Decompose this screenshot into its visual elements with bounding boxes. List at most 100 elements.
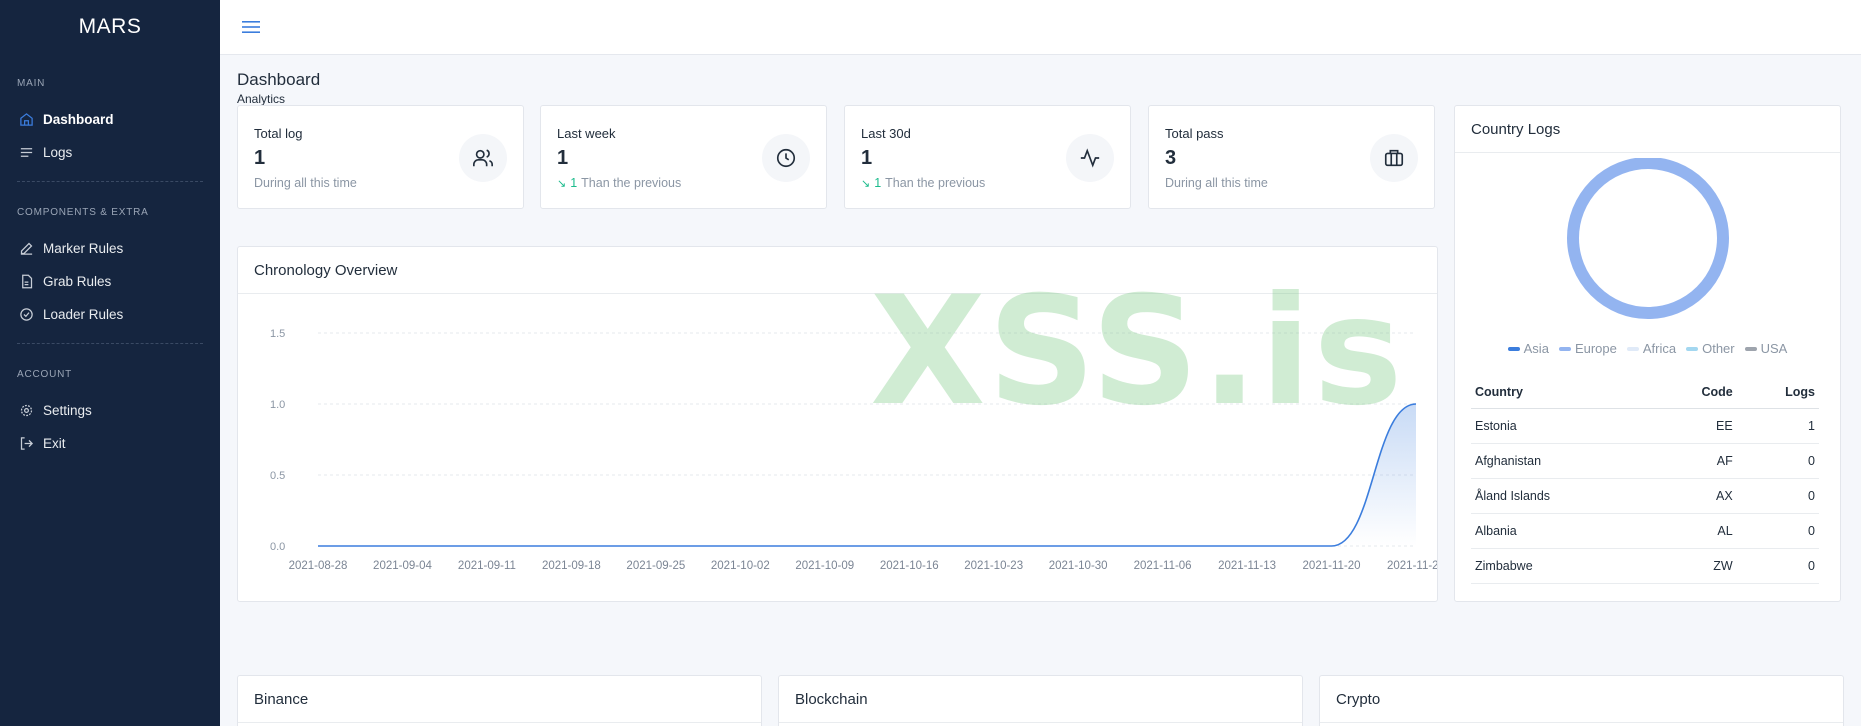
list-icon — [18, 145, 34, 161]
country-table: Country Code Logs Estonia EE 1 Afghanistan AF 0… — [1471, 376, 1819, 584]
sidebar-section-label: COMPONENTS & EXTRA — [17, 207, 149, 218]
sidebar-item-label: Logs — [43, 145, 73, 160]
stat-desc-row: During all this time — [1165, 176, 1268, 190]
x-tick-label: 2021-09-04 — [373, 560, 432, 572]
stat-trend: 1 — [874, 176, 882, 190]
stat-desc: During all this time — [254, 176, 357, 190]
stat-label: Total pass — [1165, 126, 1224, 141]
sidebar-item-label: Marker Rules — [43, 241, 124, 256]
y-tick-label: 1.0 — [270, 399, 285, 411]
legend-swatch — [1744, 346, 1757, 351]
table-cell: 0 — [1736, 548, 1819, 584]
sidebar-item-label: Exit — [43, 436, 66, 451]
page-title: Dashboard — [237, 70, 321, 89]
column-header-code: Code — [1651, 376, 1737, 409]
sidebar-section-label: MAIN — [17, 78, 46, 89]
stat-label: Last week — [557, 126, 616, 141]
legend-item[interactable]: Africa — [1626, 341, 1677, 356]
card-title: Binance — [254, 691, 309, 708]
sidebar-item-grab-rules[interactable]: Grab Rules — [0, 265, 220, 298]
stat-value: 1 — [557, 147, 569, 169]
table-row: Afghanistan AF 0 — [1471, 443, 1819, 479]
stat-desc-row: ↘ 1 Than the previous — [557, 176, 681, 190]
clock-icon — [762, 134, 810, 182]
sidebar-item-loader-rules[interactable]: Loader Rules — [0, 298, 220, 331]
table-cell: Åland Islands — [1471, 478, 1652, 514]
legend-item[interactable]: Europe — [1558, 341, 1617, 356]
stat-desc-row: During all this time — [254, 176, 357, 190]
legend-item[interactable]: USA — [1744, 341, 1787, 356]
sidebar-section-label: ACCOUNT — [17, 369, 73, 380]
file-icon — [18, 274, 34, 290]
sidebar-item-dashboard[interactable]: Dashboard — [0, 103, 220, 136]
stat-value: 1 — [861, 147, 873, 169]
stat-card-total-log: Total log 1 During all this time — [237, 105, 524, 209]
x-tick-label: 2021-10-23 — [964, 560, 1023, 572]
table-cell: Afghanistan — [1471, 443, 1652, 479]
stat-card-total-pass: Total pass 3 During all this time — [1148, 105, 1435, 209]
table-row: Åland Islands AX 0 — [1471, 478, 1819, 514]
table-row: Estonia EE 1 — [1471, 408, 1819, 444]
country-donut-chart — [1567, 158, 1729, 319]
card-title: Blockchain — [795, 691, 868, 708]
legend-swatch — [1558, 346, 1571, 351]
sidebar-item-settings[interactable]: Settings — [0, 394, 220, 427]
sidebar-item-label: Loader Rules — [43, 307, 124, 322]
table-cell: 0 — [1736, 443, 1819, 479]
table-row: Albania AL 0 — [1471, 513, 1819, 549]
stat-label: Total log — [254, 126, 303, 141]
sidebar: MARS MAIN Dashboard Logs COMPONENTS & EXTRA… — [0, 0, 220, 726]
legend-swatch — [1507, 346, 1520, 351]
x-tick-label: 2021-09-11 — [458, 560, 516, 572]
logout-icon — [18, 436, 34, 452]
x-tick-label: 2021-11-20 — [1303, 560, 1361, 572]
x-tick-label: 2021-11-27 — [1387, 560, 1437, 572]
trend-down-right-icon: ↘ — [861, 177, 871, 190]
table-cell: 0 — [1736, 513, 1819, 549]
legend-item[interactable]: Other — [1686, 341, 1735, 356]
legend-item[interactable]: Asia — [1507, 341, 1549, 356]
stat-desc: Than the previous — [885, 176, 986, 190]
y-tick-label: 0.0 — [270, 541, 285, 553]
card-binance: Binance — [237, 675, 762, 726]
card-crypto: Crypto — [1319, 675, 1844, 726]
stat-value: 1 — [254, 147, 266, 169]
country-logs-title: Country Logs — [1471, 121, 1561, 138]
sidebar-divider — [17, 181, 203, 182]
sidebar-item-exit[interactable]: Exit — [0, 427, 220, 460]
legend-label: Africa — [1642, 341, 1677, 356]
sidebar-item-marker-rules[interactable]: Marker Rules — [0, 232, 220, 265]
x-tick-label: 2021-10-16 — [880, 560, 939, 572]
brand-logo[interactable]: MARS — [0, 0, 220, 54]
sidebar-item-label: Dashboard — [43, 112, 114, 127]
sidebar-item-label: Grab Rules — [43, 274, 112, 289]
donut-slice-europe[interactable] — [1567, 158, 1729, 319]
page-subtitle: Analytics — [237, 92, 286, 106]
y-tick-label: 0.5 — [270, 470, 285, 482]
check-circle-icon — [18, 307, 34, 323]
x-tick-label: 2021-09-18 — [542, 560, 601, 572]
table-cell: AX — [1651, 478, 1737, 514]
menu-icon[interactable] — [242, 19, 260, 35]
gear-icon — [18, 403, 34, 419]
table-cell: EE — [1651, 408, 1737, 444]
x-tick-label: 2021-09-25 — [626, 560, 685, 572]
table-cell: Albania — [1471, 513, 1652, 549]
x-tick-label: 2021-10-30 — [1049, 560, 1108, 572]
column-header-logs: Logs — [1736, 376, 1819, 409]
stat-desc-row: ↘ 1 Than the previous — [861, 176, 985, 190]
legend-label: Asia — [1523, 341, 1549, 356]
legend-label: Other — [1702, 341, 1735, 356]
x-tick-label: 2021-08-28 — [289, 560, 348, 572]
sidebar-divider — [17, 343, 203, 344]
stat-desc: Than the previous — [581, 176, 682, 190]
card-title: Crypto — [1336, 691, 1381, 708]
x-tick-label: 2021-10-09 — [795, 560, 854, 572]
table-cell: ZW — [1651, 548, 1737, 584]
x-tick-label: 2021-10-02 — [711, 560, 770, 572]
main-content: Dashboard Analytics Total log 1 During a… — [220, 55, 1861, 726]
legend-swatch — [1686, 346, 1699, 351]
stat-card-last-30d: Last 30d 1 ↘ 1 Than the previous — [844, 105, 1131, 209]
stat-value: 3 — [1165, 147, 1177, 169]
sidebar-item-logs[interactable]: Logs — [0, 136, 220, 169]
